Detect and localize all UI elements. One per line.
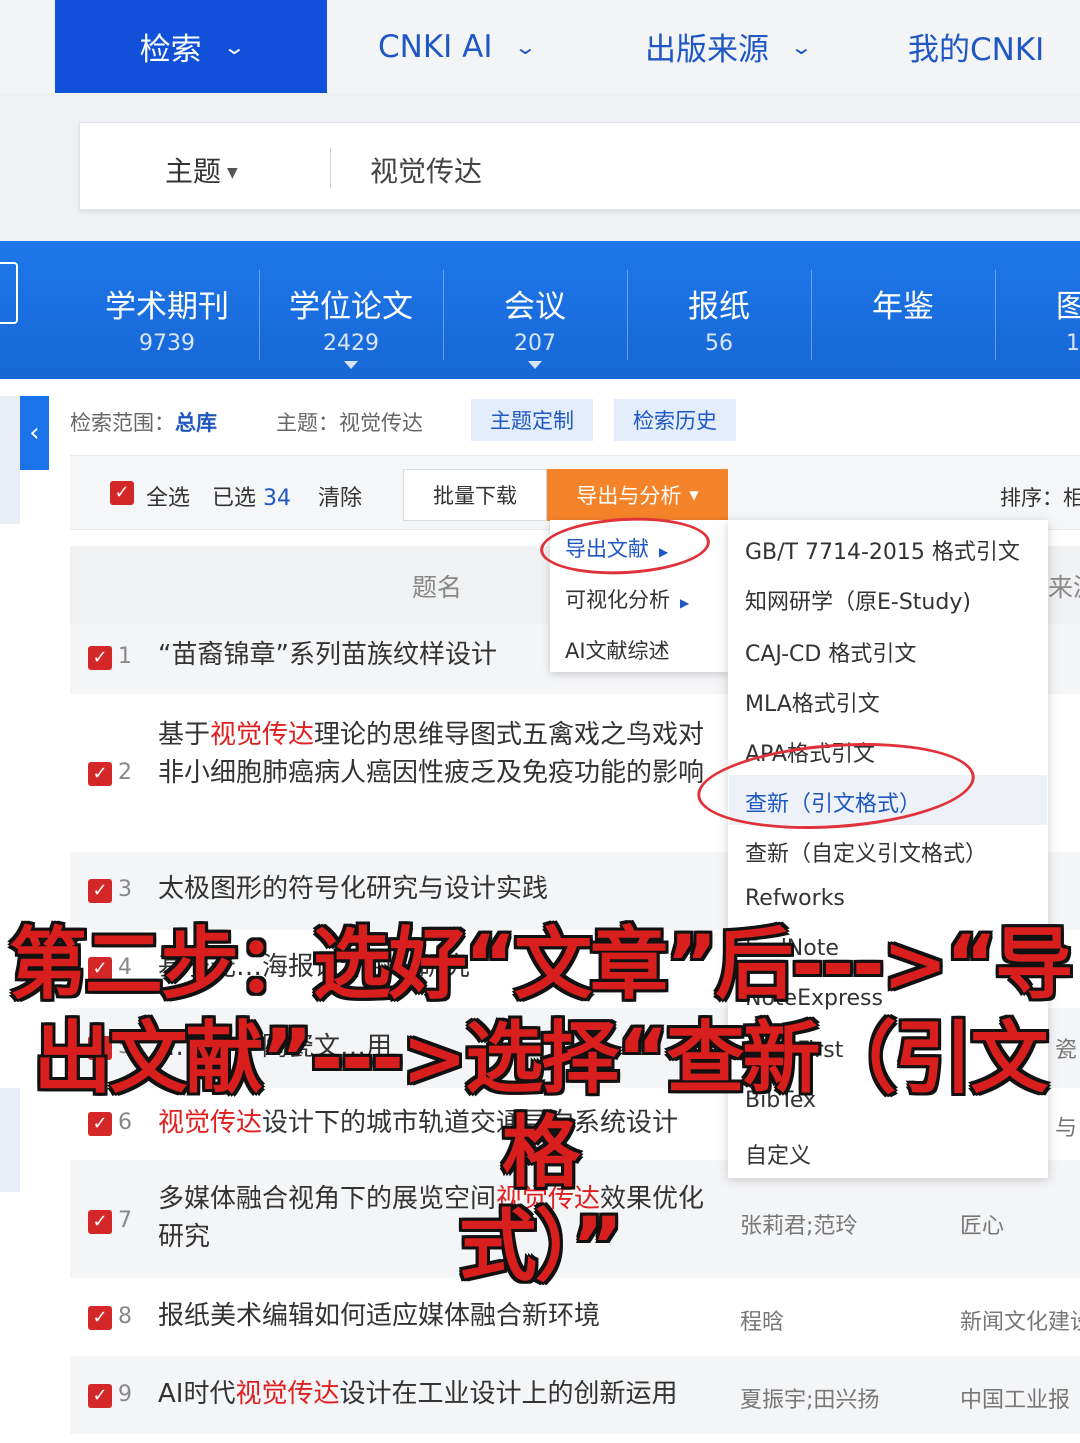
row-checkbox[interactable]: ✓ <box>88 879 112 903</box>
category-count: 1 <box>1066 331 1080 356</box>
table-row: ✓ 9 AI时代视觉传达设计在工业设计上的创新运用 夏振宇;田兴扬 中国工业报 <box>70 1356 1080 1434</box>
format-estudy[interactable]: 知网研学（原E-Study) <box>745 584 971 616</box>
caption-line: 式）” <box>458 1202 623 1292</box>
column-source[interactable]: 来源 <box>1048 568 1080 604</box>
category-count: 2429 <box>323 331 379 356</box>
category-theses[interactable]: 学位论文 2429 <box>259 241 443 379</box>
caret-down-icon: ▼ <box>689 488 699 502</box>
category-journals[interactable]: 学术期刊 9739 <box>75 241 259 379</box>
row-number: 9 <box>118 1382 132 1407</box>
row-number: 8 <box>118 1304 132 1329</box>
nav-my-cnki[interactable]: 我的CNKI <box>908 0 1044 93</box>
category-name: 图 <box>1056 289 1080 325</box>
row-title-highlight: 视觉传达 <box>210 720 315 750</box>
format-cajcd[interactable]: CAJ-CD 格式引文 <box>745 636 916 668</box>
format-mla[interactable]: MLA格式引文 <box>745 686 880 718</box>
select-all-label[interactable]: 全选 <box>146 480 190 512</box>
selected-count: 34 <box>263 486 292 511</box>
nav-search-label: 检索 <box>139 32 202 68</box>
caption-line: 出文献”--->选择“查新（引文格 <box>33 1014 1048 1198</box>
category-count: 9739 <box>139 331 195 356</box>
category-conference[interactable]: 会议 207 <box>443 241 627 379</box>
row-title-text: 设计在工业设计上的创新运用 <box>339 1379 678 1409</box>
tutorial-caption: 第二步：选好“文章”后--->“导 出文献”--->选择“查新（引文格 式）” <box>0 918 1080 1294</box>
search-field-label: 主题 <box>165 155 222 188</box>
left-panel-edge <box>0 396 20 524</box>
format-refworks[interactable]: Refworks <box>745 886 845 911</box>
search-history-button[interactable]: 检索历史 <box>614 399 736 441</box>
caret-down-icon <box>528 361 542 369</box>
row-checkbox[interactable]: ✓ <box>88 1384 112 1408</box>
search-field-select[interactable]: 主题 ▼ <box>165 150 238 190</box>
selected-label: 已选 34 <box>212 480 291 512</box>
scope-topic: 主题：视觉传达 <box>276 411 423 435</box>
scope-label: 检索范围：总库 <box>70 407 217 437</box>
category-name: 年鉴 <box>872 289 934 325</box>
collapse-left-icon[interactable]: ‹ <box>20 396 49 470</box>
category-name: 报纸 <box>688 289 750 325</box>
format-gbt7714[interactable]: GB/T 7714-2015 格式引文 <box>745 534 1020 566</box>
row-number: 2 <box>118 760 132 785</box>
export-analysis-button[interactable]: 导出与分析 ▼ <box>547 469 728 521</box>
caption-line: 第二步：选好“文章”后--->“导 <box>8 920 1073 1010</box>
topic-customize-button[interactable]: 主题定制 <box>471 399 593 441</box>
row-checkbox[interactable]: ✓ <box>88 1306 112 1330</box>
clear-selection-link[interactable]: 清除 <box>318 480 362 512</box>
row-title-highlight: 视觉传达 <box>235 1379 340 1409</box>
nav-publication-source-label: 出版来源 <box>645 32 769 68</box>
nav-search[interactable]: 检索 ⌄ <box>55 0 327 93</box>
selected-text: 已选 <box>212 486 257 511</box>
category-count: 207 <box>514 331 556 356</box>
row-checkbox[interactable]: ✓ <box>88 646 112 670</box>
chevron-down-icon: ⌄ <box>513 34 537 59</box>
category-count: 56 <box>705 331 733 356</box>
row-number: 1 <box>118 644 132 669</box>
nav-publication-source[interactable]: 出版来源 ⌄ <box>645 0 814 93</box>
row-author[interactable]: 程晗 <box>740 1304 784 1336</box>
export-analysis-label: 导出与分析 <box>576 484 682 508</box>
row-number: 3 <box>118 877 132 902</box>
chevron-down-icon: ⌄ <box>789 34 814 59</box>
search-divider <box>330 148 331 188</box>
menu-ai-review[interactable]: AI文献综述 <box>565 635 670 665</box>
row-source[interactable]: 中国工业报 <box>960 1382 1070 1414</box>
caret-down-icon: ▼ <box>227 165 238 181</box>
row-checkbox[interactable]: ✓ <box>88 762 112 786</box>
nav-cnki-ai[interactable]: CNKI AI ⌄ <box>378 0 537 93</box>
sort-label[interactable]: 排序：相 <box>1000 482 1080 512</box>
menu-visual-analysis[interactable]: 可视化分析 ▶ <box>565 584 689 614</box>
row-title-text: AI时代 <box>158 1379 236 1409</box>
category-prev-stub[interactable] <box>0 262 18 324</box>
scope-label-text: 检索范围： <box>70 411 175 435</box>
category-yearbook[interactable]: 年鉴 <box>811 241 995 379</box>
row-source[interactable]: 新闻文化建设 <box>960 1304 1080 1336</box>
category-newspaper[interactable]: 报纸 56 <box>627 241 811 379</box>
category-divider <box>995 270 996 360</box>
category-name: 学术期刊 <box>105 289 229 325</box>
nav-my-cnki-label: 我的CNKI <box>908 32 1045 68</box>
scope-library[interactable]: 总库 <box>175 411 217 435</box>
chevron-down-icon: ⌄ <box>222 34 246 59</box>
caret-right-icon: ▶ <box>680 596 690 610</box>
menu-visual-analysis-label: 可视化分析 <box>565 588 670 612</box>
row-title[interactable]: 报纸美术编辑如何适应媒体融合新环境 <box>158 1297 724 1335</box>
format-novelty-custom[interactable]: 查新（自定义引文格式） <box>745 836 987 868</box>
caret-down-icon <box>344 361 358 369</box>
nav-cnki-ai-label: CNKI AI <box>378 28 493 65</box>
row-title[interactable]: 基于视觉传达理论的思维导图式五禽戏之鸟戏对非小细胞肺癌病人癌因性疲乏及免疫功能的… <box>158 716 724 792</box>
category-books[interactable]: 图 1 <box>1000 241 1080 379</box>
batch-download-button[interactable]: 批量下载 <box>403 469 547 521</box>
category-name: 学位论文 <box>289 289 413 325</box>
row-title-text: 基于 <box>158 720 211 750</box>
column-title[interactable]: 题名 <box>412 568 462 604</box>
row-author[interactable]: 夏振宇;田兴扬 <box>740 1382 879 1414</box>
category-name: 会议 <box>504 289 566 325</box>
select-all-checkbox[interactable]: ✓ <box>110 481 134 505</box>
search-input[interactable]: 视觉传达 <box>370 150 482 190</box>
row-title[interactable]: AI时代视觉传达设计在工业设计上的创新运用 <box>158 1375 738 1413</box>
row-title[interactable]: 太极图形的符号化研究与设计实践 <box>158 870 724 908</box>
